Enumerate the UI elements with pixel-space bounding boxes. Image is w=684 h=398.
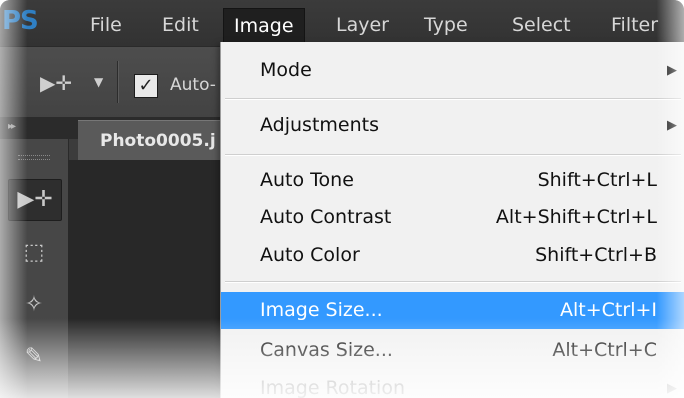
submenu-arrow-icon: ▶ bbox=[667, 63, 677, 78]
image-menu-dropdown: Mode ▶ Adjustments ▶ Auto Tone Shift+Ctr… bbox=[220, 42, 684, 398]
menu-item-label: Image Rotation bbox=[260, 377, 406, 398]
document-tab-label: Photo0005.j bbox=[100, 131, 216, 151]
menu-item-shortcut: Shift+Ctrl+B bbox=[535, 244, 657, 266]
menu-item-label: Auto Tone bbox=[260, 169, 354, 191]
menu-edit[interactable]: Edit bbox=[162, 11, 199, 39]
menu-select[interactable]: Select bbox=[512, 11, 571, 39]
menu-bar: PS File Edit Image Layer Type Select Fil… bbox=[0, 0, 684, 46]
collapse-icon[interactable]: ▸▸ bbox=[8, 121, 16, 132]
menu-layer[interactable]: Layer bbox=[336, 11, 389, 39]
menu-separator bbox=[225, 281, 681, 283]
divider bbox=[117, 61, 119, 103]
submenu-arrow-icon: ▶ bbox=[667, 118, 677, 133]
move-tool-button[interactable]: ▶✛ bbox=[8, 179, 62, 221]
menu-item-canvas-size[interactable]: Canvas Size... Alt+Ctrl+C bbox=[221, 332, 684, 369]
menu-file[interactable]: File bbox=[90, 11, 122, 39]
auto-select-checkbox[interactable]: ✓ bbox=[134, 74, 158, 98]
menu-image[interactable]: Image bbox=[223, 8, 305, 43]
app-logo: PS bbox=[2, 6, 39, 36]
menu-item-label: Image Size... bbox=[260, 299, 383, 321]
menu-item-mode[interactable]: Mode ▶ bbox=[221, 52, 684, 89]
quick-selection-tool-button[interactable]: ✎ bbox=[8, 337, 60, 377]
menu-item-shortcut: Alt+Ctrl+I bbox=[560, 299, 657, 321]
photoshop-window: PS File Edit Image Layer Type Select Fil… bbox=[0, 0, 684, 398]
menu-item-shortcut: Alt+Shift+Ctrl+L bbox=[495, 206, 657, 228]
menu-item-label: Adjustments bbox=[260, 114, 379, 136]
menu-item-auto-tone[interactable]: Auto Tone Shift+Ctrl+L bbox=[221, 162, 684, 199]
menu-separator bbox=[225, 98, 681, 100]
menu-item-label: Auto Color bbox=[260, 244, 360, 266]
move-tool-icon[interactable]: ▶✛ bbox=[40, 71, 72, 95]
menu-item-auto-contrast[interactable]: Auto Contrast Alt+Shift+Ctrl+L bbox=[221, 199, 684, 236]
menu-item-label: Mode bbox=[260, 59, 312, 81]
submenu-arrow-icon: ▶ bbox=[667, 381, 677, 396]
tools-panel: ▶✛ ⬚ ✧ ✎ bbox=[0, 139, 69, 398]
marquee-tool-button[interactable]: ⬚ bbox=[8, 233, 60, 273]
panel-grip[interactable] bbox=[18, 155, 50, 160]
menu-item-shortcut: Alt+Ctrl+C bbox=[552, 339, 657, 361]
auto-select-label: Auto- bbox=[170, 75, 216, 95]
menu-item-auto-color[interactable]: Auto Color Shift+Ctrl+B bbox=[221, 237, 684, 274]
menu-item-label: Canvas Size... bbox=[260, 339, 393, 361]
menu-item-image-rotation[interactable]: Image Rotation ▶ bbox=[221, 370, 684, 398]
menu-filter[interactable]: Filter bbox=[611, 11, 658, 39]
menu-item-label: Auto Contrast bbox=[260, 206, 392, 228]
chevron-down-icon[interactable]: ▼ bbox=[94, 75, 103, 89]
menu-item-image-size[interactable]: Image Size... Alt+Ctrl+I bbox=[221, 292, 684, 329]
menu-type[interactable]: Type bbox=[424, 11, 468, 39]
menu-item-shortcut: Shift+Ctrl+L bbox=[537, 169, 657, 191]
menu-separator bbox=[225, 154, 681, 156]
lasso-tool-button[interactable]: ✧ bbox=[8, 285, 60, 325]
menu-item-adjustments[interactable]: Adjustments ▶ bbox=[221, 107, 684, 144]
